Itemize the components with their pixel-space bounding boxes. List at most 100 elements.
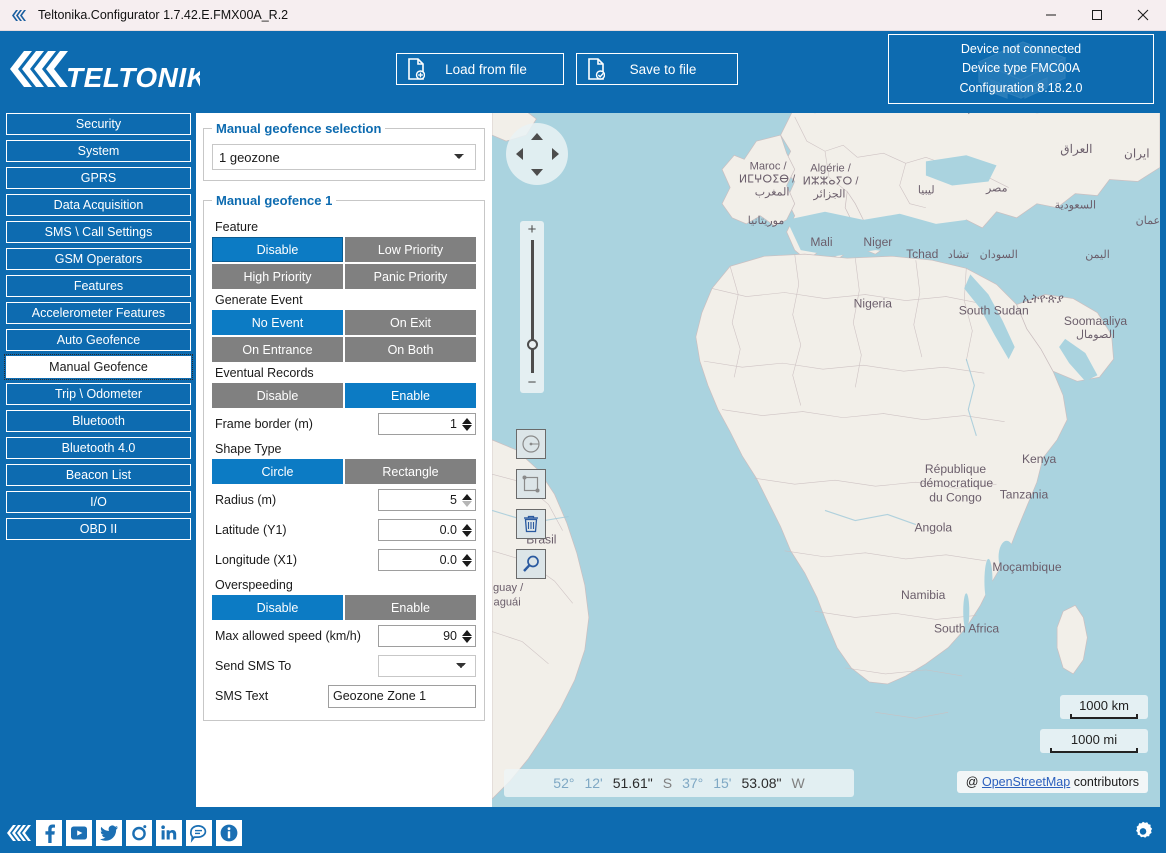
map-place-label: المغرب: [755, 187, 790, 199]
sidebar-item-gsm-operators[interactable]: GSM Operators: [6, 248, 191, 270]
forum-icon[interactable]: [186, 820, 212, 846]
zoom-thumb[interactable]: [526, 339, 538, 350]
feature-option-disable[interactable]: Disable: [212, 237, 343, 262]
close-button[interactable]: [1120, 0, 1166, 31]
save-to-file-button[interactable]: Save to file: [576, 53, 738, 85]
feature-option-panic-priority[interactable]: Panic Priority: [345, 264, 476, 289]
longitude-input[interactable]: 0.0: [378, 549, 476, 571]
generate-event-options-row-2: On Entrance On Both: [212, 337, 476, 362]
generate-event-option-on-exit[interactable]: On Exit: [345, 310, 476, 335]
max-speed-stepper[interactable]: [461, 627, 472, 645]
stepper-down-icon[interactable]: [461, 530, 472, 537]
stepper-down-icon[interactable]: [461, 560, 472, 567]
send-sms-to-select[interactable]: [378, 655, 476, 677]
sidebar-item-label: Features: [73, 279, 124, 293]
max-speed-input[interactable]: 90: [378, 625, 476, 647]
eventual-records-option-enable[interactable]: Enable: [345, 383, 476, 408]
frame-border-input[interactable]: 1: [378, 413, 476, 435]
map-place-label: Kenya: [1022, 452, 1057, 466]
sidebar-item-gprs[interactable]: GPRS: [6, 167, 191, 189]
sidebar-item-beacon-list[interactable]: Beacon List: [6, 464, 191, 486]
draw-circle-tool[interactable]: [516, 429, 546, 459]
youtube-icon[interactable]: [66, 820, 92, 846]
max-speed-row: Max allowed speed (km/h) 90: [212, 622, 476, 650]
stepper-down-icon[interactable]: [461, 424, 472, 431]
zoom-slider[interactable]: + −: [520, 221, 544, 393]
delete-shape-tool[interactable]: [516, 509, 546, 539]
draw-rectangle-tool[interactable]: [516, 469, 546, 499]
stepper-up-icon[interactable]: [461, 629, 472, 636]
linkedin-icon[interactable]: [156, 820, 182, 846]
stepper-up-icon[interactable]: [461, 523, 472, 530]
stepper-down-icon[interactable]: [461, 636, 472, 643]
pan-down-button[interactable]: [530, 165, 544, 179]
stepper-up-icon[interactable]: [461, 553, 472, 560]
openstreetmap-link[interactable]: OpenStreetMap: [982, 775, 1070, 789]
twitter-icon[interactable]: [96, 820, 122, 846]
sidebar-item-data-acquisition[interactable]: Data Acquisition: [6, 194, 191, 216]
sidebar-item-trip-odometer[interactable]: Trip \ Odometer: [6, 383, 191, 405]
sidebar-item-sms-call-settings[interactable]: SMS \ Call Settings: [6, 221, 191, 243]
sidebar-item-auto-geofence[interactable]: Auto Geofence: [6, 329, 191, 351]
map-view[interactable]: DeutschlandFranceУкраїнаRomâniaEspañaIta…: [492, 113, 1160, 807]
instagram-icon[interactable]: [126, 820, 152, 846]
manual-geofence-selection-group: Manual geofence selection 1 geozone2 geo…: [203, 121, 485, 181]
feature-option-high-priority[interactable]: High Priority: [212, 264, 343, 289]
sidebar-item-bluetooth[interactable]: Bluetooth: [6, 410, 191, 432]
sidebar-item-accelerometer-features[interactable]: Accelerometer Features: [6, 302, 191, 324]
radius-input[interactable]: 5: [378, 489, 476, 511]
latitude-stepper[interactable]: [461, 521, 472, 539]
map-place-label: République: [925, 462, 986, 476]
settings-gear-button[interactable]: [1128, 817, 1158, 847]
shape-type-option-circle[interactable]: Circle: [212, 459, 343, 484]
overspeeding-option-enable[interactable]: Enable: [345, 595, 476, 620]
sidebar-item-manual-geofence[interactable]: Manual Geofence: [4, 354, 193, 380]
generate-event-option-on-both[interactable]: On Both: [345, 337, 476, 362]
zoom-out-button[interactable]: −: [528, 375, 537, 390]
latitude-input[interactable]: 0.0: [378, 519, 476, 541]
stepper-down-icon[interactable]: [461, 500, 472, 507]
overspeeding-option-disable[interactable]: Disable: [212, 595, 343, 620]
eventual-records-option-disable[interactable]: Disable: [212, 383, 343, 408]
sidebar-item-label: GPRS: [80, 171, 117, 185]
pan-control[interactable]: [506, 123, 568, 185]
teltonika-logo-icon[interactable]: [6, 820, 32, 846]
overspeeding-options-row: Disable Enable: [212, 595, 476, 620]
geozone-select[interactable]: 1 geozone2 geozone3 geozone4 geozone5 ge…: [212, 144, 476, 170]
sidebar-item-io[interactable]: I/O: [6, 491, 191, 513]
info-icon[interactable]: [216, 820, 242, 846]
sidebar-item-security[interactable]: Security: [6, 113, 191, 135]
sidebar-item-bluetooth-40[interactable]: Bluetooth 4.0: [6, 437, 191, 459]
facebook-icon[interactable]: [36, 820, 62, 846]
map-place-label: Niger: [863, 235, 892, 249]
minimize-button[interactable]: [1028, 0, 1074, 31]
latitude-degrees: 52°: [553, 775, 575, 791]
feature-option-low-priority[interactable]: Low Priority: [345, 237, 476, 262]
zoom-track[interactable]: [526, 240, 538, 373]
pan-up-button[interactable]: [530, 129, 544, 143]
magnifier-icon: [523, 555, 539, 572]
shape-type-option-rectangle[interactable]: Rectangle: [345, 459, 476, 484]
longitude-stepper[interactable]: [461, 551, 472, 569]
radius-stepper[interactable]: [461, 491, 472, 509]
pan-right-button[interactable]: [548, 147, 562, 161]
stepper-up-icon[interactable]: [461, 417, 472, 424]
generate-event-label: Generate Event: [215, 293, 303, 307]
generate-event-option-no-event[interactable]: No Event: [212, 310, 343, 335]
stepper-up-icon[interactable]: [461, 493, 472, 500]
zoom-in-button[interactable]: +: [528, 222, 537, 237]
generate-event-option-on-entrance[interactable]: On Entrance: [212, 337, 343, 362]
sidebar-item-features[interactable]: Features: [6, 275, 191, 297]
sms-text-input[interactable]: [328, 684, 476, 708]
frame-border-stepper[interactable]: [461, 415, 472, 433]
search-location-tool[interactable]: [516, 549, 546, 579]
load-from-file-button[interactable]: Load from file: [396, 53, 564, 85]
attribution-prefix: @: [965, 775, 982, 789]
sidebar-item-obd-ii[interactable]: OBD II: [6, 518, 191, 540]
maximize-button[interactable]: [1074, 0, 1120, 31]
sidebar-item-system[interactable]: System: [6, 140, 191, 162]
pan-left-button[interactable]: [512, 147, 526, 161]
map-place-label: aguái: [494, 596, 521, 608]
map-place-label: Angola: [914, 521, 952, 535]
settings-panel: Manual geofence selection 1 geozone2 geo…: [196, 113, 492, 807]
